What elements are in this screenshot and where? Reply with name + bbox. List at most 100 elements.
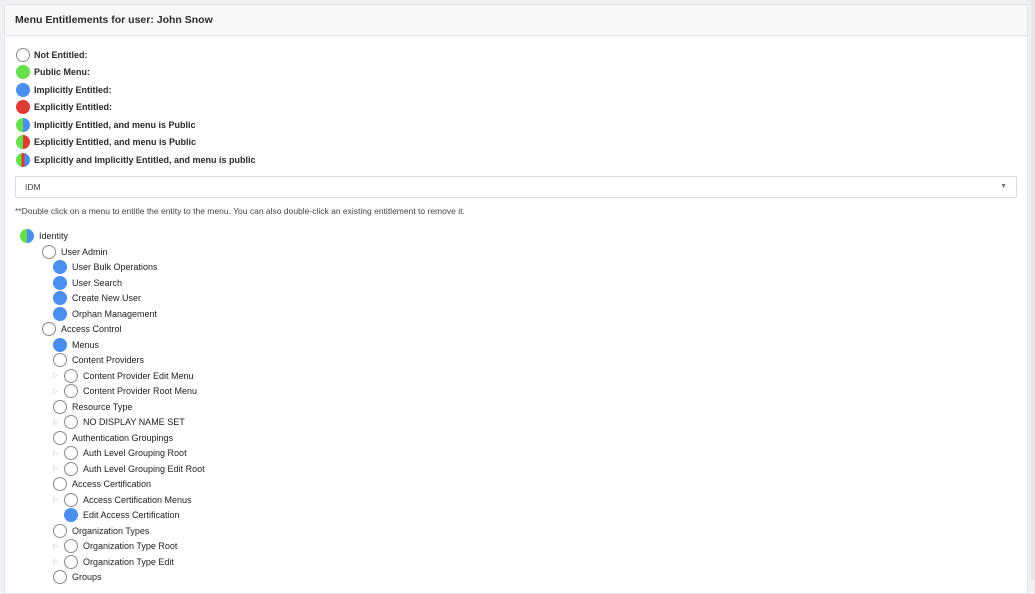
menu-tree-node-label: Content Provider Edit Menu [83,370,194,381]
page-scrollbar[interactable] [1031,0,1035,580]
menu-tree-node[interactable]: Orphan Management [15,306,1017,322]
menu-tree-node[interactable]: ▷ Content Provider Root Menu [15,384,1017,400]
not-entitled-icon [64,554,78,569]
legend-label: Implicitly Entitled: [34,84,112,95]
menu-tree-node[interactable]: Content Providers [15,353,1017,369]
expand-arrow-icon[interactable]: ▷ [53,450,63,457]
panel-header: Menu Entitlements for user: John Snow [5,5,1027,36]
not-entitled-icon [64,384,78,399]
menu-tree-node-label: Organization Types [72,525,150,536]
legend-label: Not Entitled: [34,49,88,60]
implicitly-entitled-icon [53,306,67,321]
not-entitled-icon [16,47,30,62]
legend: Not Entitled: Public Menu: Implicitly En… [15,46,1017,169]
legend-item-explicit-implicit-public: Explicitly and Implicitly Entitled, and … [15,151,1017,169]
application-select[interactable]: IDM ▼ [15,175,1017,198]
menu-tree-node-label: Orphan Management [72,308,158,319]
menu-tree-node[interactable]: ▷ Auth Level Grouping Edit Root [15,461,1017,477]
not-entitled-icon [64,415,78,430]
not-entitled-icon [53,477,67,492]
not-entitled-icon [64,461,78,476]
implicitly-entitled-icon [53,337,67,352]
menu-tree-node[interactable]: User Admin [15,244,1017,260]
menu-tree-node-label: Content Providers [72,355,145,366]
menu-tree-node[interactable]: Edit Access Certification [15,508,1017,524]
page-title: Menu Entitlements for user: John Snow [15,14,213,26]
implicitly-entitled-icon [16,82,30,97]
menu-tree-node[interactable]: User Bulk Operations [15,260,1017,276]
implicitly-entitled-icon [53,275,67,290]
menu-tree-node-label: Create New User [72,293,142,304]
implicit-and-public-icon [20,229,34,244]
instruction-hint: **Double click on a menu to entitle the … [15,205,465,216]
menu-tree-node[interactable]: Resource Type [15,399,1017,415]
not-entitled-icon [64,368,78,383]
legend-item-public-menu: Public Menu: [15,64,1017,82]
menu-tree-node-label: Organization Type Edit [83,556,174,567]
not-entitled-icon [53,399,67,414]
menu-tree-node-label: Auth Level Grouping Root [83,448,187,459]
legend-item-explicitly-entitled: Explicitly Entitled: [15,99,1017,117]
menu-tree-node-label: Content Provider Root Menu [83,386,198,397]
expand-arrow-icon[interactable]: ▷ [53,496,63,503]
implicitly-entitled-icon [53,291,67,306]
explicit-implicit-public-icon [16,152,30,167]
public-menu-icon [16,65,30,80]
legend-label: Explicitly Entitled: [34,102,113,113]
menu-tree-node[interactable]: User Search [15,275,1017,291]
not-entitled-icon [53,570,67,585]
not-entitled-icon [53,523,67,538]
not-entitled-icon [42,322,56,337]
menu-tree-node-label: Organization Type Root [83,541,178,552]
menu-tree-node[interactable]: Create New User [15,291,1017,307]
not-entitled-icon [64,492,78,507]
menu-tree-node[interactable]: ▷ Organization Type Edit [15,554,1017,570]
menu-tree-node-label: Access Certification [72,479,152,490]
legend-label: Explicitly Entitled, and menu is Public [34,137,197,148]
menu-tree-node[interactable]: Groups [15,570,1017,586]
expand-arrow-icon[interactable]: ▷ [53,419,63,426]
menu-tree: Identity User Admin User Bulk Operations Us… [15,229,1017,586]
menu-entitlements-panel: Menu Entitlements for user: John Snow No… [4,4,1028,594]
menu-tree-node[interactable]: ▷ Organization Type Root [15,539,1017,555]
not-entitled-icon [64,539,78,554]
menu-tree-node[interactable]: Access Control [15,322,1017,338]
menu-tree-node-label: Resource Type [72,401,133,412]
menu-tree-node-label: Menus [72,339,100,350]
not-entitled-icon [64,446,78,461]
expand-arrow-icon[interactable]: ▷ [53,465,63,472]
not-entitled-icon [42,244,56,259]
explicitly-entitled-icon [16,100,30,115]
menu-tree-node[interactable]: Authentication Groupings [15,430,1017,446]
menu-tree-node[interactable]: Organization Types [15,523,1017,539]
explicit-and-public-icon [16,135,30,150]
expand-arrow-icon[interactable]: ▷ [53,558,63,565]
menu-tree-node-label: Access Control [61,324,122,335]
legend-item-implicitly-entitled: Implicitly Entitled: [15,81,1017,99]
menu-tree-node-label: Auth Level Grouping Edit Root [83,463,205,474]
menu-tree-node-label: Authentication Groupings [72,432,174,443]
menu-tree-node-label: User Bulk Operations [72,262,158,273]
menu-tree-node[interactable]: ▷ Access Certification Menus [15,492,1017,508]
not-entitled-icon [53,353,67,368]
application-select-value: IDM [25,181,41,192]
implicitly-entitled-icon [53,260,67,275]
menu-tree-node[interactable]: Menus [15,337,1017,353]
menu-tree-node-label: User Admin [61,246,108,257]
expand-arrow-icon[interactable]: ▷ [53,388,63,395]
menu-tree-node-label: Groups [72,572,102,583]
legend-item-explicit-and-public: Explicitly Entitled, and menu is Public [15,134,1017,152]
menu-tree-node[interactable]: Identity [15,229,1017,245]
implicitly-entitled-icon [64,508,78,523]
menu-tree-node-label: Access Certification Menus [83,494,192,505]
menu-tree-node[interactable]: ▷ Auth Level Grouping Root [15,446,1017,462]
implicit-and-public-icon [16,117,30,132]
menu-tree-node[interactable]: ▷ NO DISPLAY NAME SET [15,415,1017,431]
chevron-down-icon[interactable]: ▼ [1000,183,1007,190]
menu-tree-node-label: NO DISPLAY NAME SET [83,417,185,428]
legend-label: Implicitly Entitled, and menu is Public [34,119,196,130]
expand-arrow-icon[interactable]: ▷ [53,372,63,379]
menu-tree-node[interactable]: Access Certification [15,477,1017,493]
expand-arrow-icon[interactable]: ▷ [53,543,63,550]
menu-tree-node[interactable]: ▷ Content Provider Edit Menu [15,368,1017,384]
